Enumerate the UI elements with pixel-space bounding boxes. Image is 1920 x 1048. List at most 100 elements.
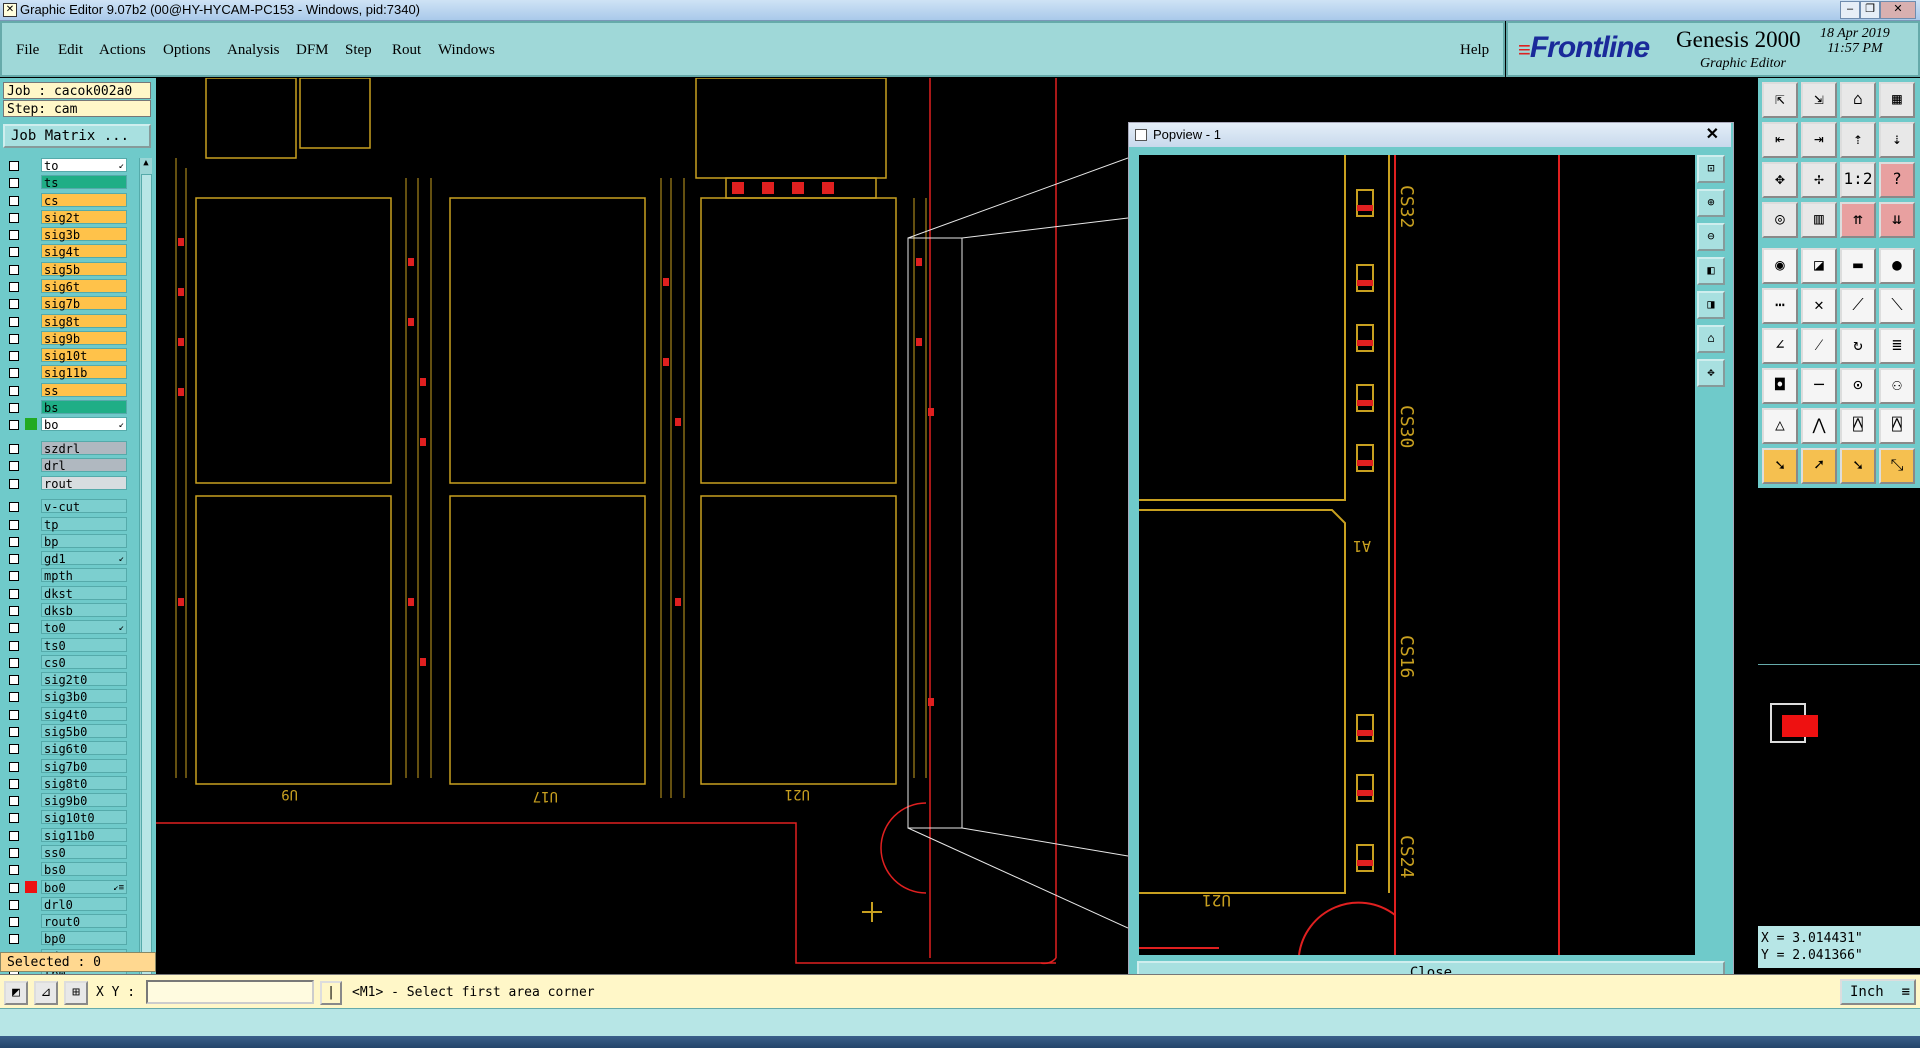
layer-checkbox[interactable] xyxy=(9,178,19,188)
line-end-icon[interactable]: ▬ xyxy=(1840,248,1876,284)
layer-name[interactable]: drl xyxy=(41,458,127,473)
layer-name[interactable]: sig6t xyxy=(41,279,127,294)
layer-checkbox[interactable] xyxy=(9,865,19,875)
zoom-out-icon[interactable]: ▦ xyxy=(1879,82,1915,118)
layer-checkbox[interactable] xyxy=(9,641,19,651)
layer-name[interactable]: mpth xyxy=(41,568,127,583)
layer-checkbox[interactable] xyxy=(9,554,19,564)
layer-row-szdrl[interactable]: szdrl xyxy=(3,441,137,456)
graphic-canvas[interactable]: U9 U17 U21 xyxy=(156,77,1129,974)
layer-name[interactable]: ss0 xyxy=(41,845,127,860)
menu-windows[interactable]: Windows xyxy=(438,42,495,59)
layer-row-sig6t0[interactable]: sig6t0 xyxy=(3,741,137,756)
layer-name[interactable]: dksb xyxy=(41,603,127,618)
menu-rout[interactable]: Rout xyxy=(392,42,421,59)
layer-row-bs[interactable]: bs xyxy=(3,400,137,415)
layer-checkbox[interactable] xyxy=(9,265,19,275)
menu-dfm[interactable]: DFM xyxy=(296,42,329,59)
layer-row-to0[interactable]: to0 ↙ xyxy=(3,620,137,635)
layer-row-sig6t[interactable]: sig6t xyxy=(3,279,137,294)
pad-icon[interactable]: ◉ xyxy=(1762,248,1798,284)
xy-input[interactable] xyxy=(146,980,314,1004)
layer-name[interactable]: szdrl xyxy=(41,441,127,456)
layer-name[interactable]: drl0 xyxy=(41,897,127,912)
layer-checkbox[interactable] xyxy=(9,762,19,772)
popview-zoom-fit-button[interactable]: ⊡ xyxy=(1697,155,1725,183)
help-icon[interactable]: ? xyxy=(1879,162,1915,198)
surface-icon[interactable]: ● xyxy=(1879,248,1915,284)
layer-checkbox[interactable] xyxy=(9,831,19,841)
layer-color-swatch[interactable] xyxy=(25,418,37,430)
pan-up-icon[interactable]: ⇡ xyxy=(1840,122,1876,158)
grid-icon[interactable]: ▥ xyxy=(1801,202,1837,238)
menu-edit[interactable]: Edit xyxy=(58,42,83,59)
layer-checkbox[interactable] xyxy=(9,917,19,927)
layer-checkbox[interactable] xyxy=(9,727,19,737)
layer-row-drl[interactable]: drl xyxy=(3,458,137,473)
layer-name[interactable]: bp xyxy=(41,534,127,549)
layer-checkbox[interactable] xyxy=(9,900,19,910)
layer-row-sig11b0[interactable]: sig11b0 xyxy=(3,828,137,843)
layer-name[interactable]: sig11b xyxy=(41,365,127,380)
scale-1-2-icon[interactable]: 1:2 xyxy=(1840,162,1876,198)
select-4-icon[interactable]: ⤡ xyxy=(1879,448,1915,484)
layer-checkbox[interactable] xyxy=(9,403,19,413)
layer-checkbox[interactable] xyxy=(9,351,19,361)
layer-checkbox[interactable] xyxy=(9,161,19,171)
line-red-icon[interactable]: ∠ xyxy=(1762,328,1798,364)
job-matrix-button[interactable]: Job Matrix ... xyxy=(3,124,151,148)
layer-checkbox[interactable] xyxy=(9,520,19,530)
layer-checkbox[interactable] xyxy=(9,334,19,344)
layer-name[interactable]: dkst xyxy=(41,586,127,601)
pan-down-icon[interactable]: ⇣ xyxy=(1879,122,1915,158)
layer-checkbox[interactable] xyxy=(9,444,19,454)
layer-checkbox[interactable] xyxy=(9,299,19,309)
layer-row-gd1[interactable]: gd1 ↙ xyxy=(3,551,137,566)
layer-name[interactable]: sig9b xyxy=(41,331,127,346)
layer-row-mpth[interactable]: mpth xyxy=(3,568,137,583)
minimize-button[interactable]: – xyxy=(1840,1,1860,19)
layer-row-bo[interactable]: bo ↙ xyxy=(3,417,137,432)
layer-name[interactable]: rout0 xyxy=(41,914,127,929)
layer-checkbox[interactable] xyxy=(9,848,19,858)
layer-checkbox[interactable] xyxy=(9,213,19,223)
layer-row-bs0[interactable]: bs0 xyxy=(3,862,137,877)
triangle-red-icon[interactable]: △ xyxy=(1762,408,1798,444)
zoom-fit-icon[interactable]: ⇲ xyxy=(1801,82,1837,118)
layer-name[interactable]: ts0 xyxy=(41,638,127,653)
layer-checkbox[interactable] xyxy=(9,692,19,702)
arc-red-icon[interactable]: ⋀ xyxy=(1801,408,1837,444)
zoom-home-icon[interactable]: ⇱ xyxy=(1762,82,1798,118)
layer-checkbox[interactable] xyxy=(9,710,19,720)
layer-row-sig11b[interactable]: sig11b xyxy=(3,365,137,380)
layer-name[interactable]: sig2t xyxy=(41,210,127,225)
arc-add-icon[interactable]: ⟋ xyxy=(1840,288,1876,324)
layer-name[interactable]: tp xyxy=(41,517,127,532)
layer-row-ts0[interactable]: ts0 xyxy=(3,638,137,653)
layer-name[interactable]: sig2t0 xyxy=(41,672,127,687)
pad-red-icon[interactable]: ◘ xyxy=(1762,368,1798,404)
layer-row-tp[interactable]: tp xyxy=(3,517,137,532)
layer-checkbox[interactable] xyxy=(9,461,19,471)
menu-options[interactable]: Options xyxy=(163,42,211,59)
line-blue-icon[interactable]: ⁄ xyxy=(1801,328,1837,364)
connect-icon[interactable]: ⋯ xyxy=(1762,288,1798,324)
pan-left-icon[interactable]: ⇤ xyxy=(1762,122,1798,158)
popview-center-button[interactable]: ✥ xyxy=(1697,359,1725,387)
layer-row-bp[interactable]: bp xyxy=(3,534,137,549)
layer-row-sig7b[interactable]: sig7b xyxy=(3,296,137,311)
arc-mark-icon[interactable]: ⟍ xyxy=(1879,288,1915,324)
popview-home-button[interactable]: ⌂ xyxy=(1697,325,1725,353)
layer-name[interactable]: sig7b0 xyxy=(41,759,127,774)
layer-checkbox[interactable] xyxy=(9,479,19,489)
layer-checkbox[interactable] xyxy=(9,196,19,206)
layer-row-sig10t[interactable]: sig10t xyxy=(3,348,137,363)
layer-name[interactable]: sig9b0 xyxy=(41,793,127,808)
layer-checkbox[interactable] xyxy=(9,230,19,240)
layer-name[interactable]: bp0 xyxy=(41,931,127,946)
layer-row-sig2t0[interactable]: sig2t0 xyxy=(3,672,137,687)
layer-row-cs[interactable]: cs xyxy=(3,193,137,208)
layer-name[interactable]: ts xyxy=(41,175,127,190)
arc-bar-icon[interactable]: ⍓ xyxy=(1840,408,1876,444)
layer-row-sig3b[interactable]: sig3b xyxy=(3,227,137,242)
